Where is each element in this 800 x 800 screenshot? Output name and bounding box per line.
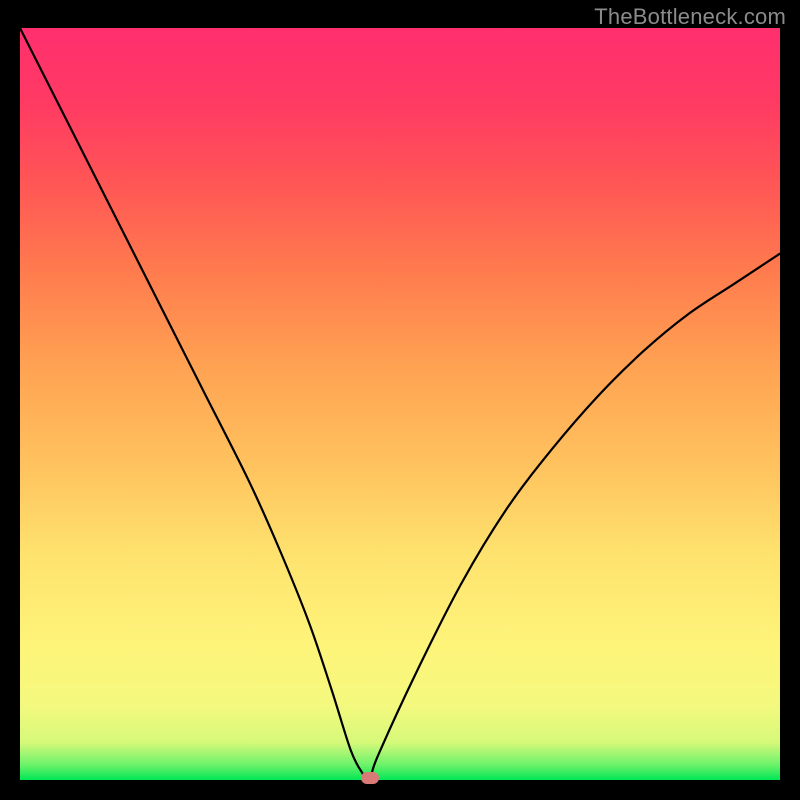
plot-area [20,28,780,780]
chart-frame: TheBottleneck.com [0,0,800,800]
watermark-text: TheBottleneck.com [594,4,786,30]
optimum-marker [361,772,379,784]
